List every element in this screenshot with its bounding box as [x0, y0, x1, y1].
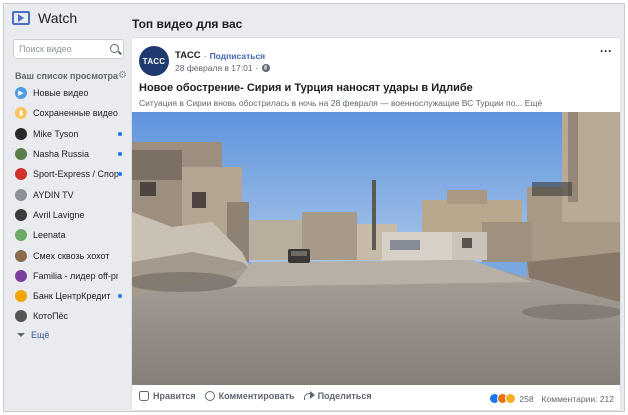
watch-page: Watch Ваш список просмотра ⚙ ▶ Новые виде… — [3, 3, 625, 412]
comment-button[interactable]: Комментировать — [204, 391, 295, 401]
globe-icon — [261, 64, 270, 72]
sidebar-item-label: Сохраненные видео — [33, 108, 118, 119]
avatar — [15, 188, 27, 201]
share-icon — [303, 391, 315, 401]
page-name-link[interactable]: ТАСС — [175, 50, 201, 61]
sidebar-item-label: Leenata — [33, 230, 66, 241]
sidebar-item[interactable]: AYDIN TV — [15, 184, 127, 204]
sidebar-item[interactable]: Leenata — [15, 225, 127, 245]
avatar — [15, 208, 27, 221]
sidebar-item[interactable]: Sport-Express / Спорт-Экспресс — [15, 164, 127, 184]
page-logo[interactable]: ТАСС — [139, 46, 169, 76]
gear-icon[interactable]: ⚙ — [118, 71, 127, 81]
reactions-count[interactable]: 258 — [519, 394, 533, 404]
new-content-dot — [118, 293, 122, 298]
chevron-down-icon — [17, 332, 25, 337]
see-more-label: Ещё — [31, 329, 50, 340]
avatar — [15, 290, 27, 303]
avatar — [15, 127, 27, 140]
thumbs-up-icon — [139, 391, 149, 401]
sidebar-item[interactable]: Банк ЦентрКредит — [15, 286, 127, 306]
sidebar-item-label: Avril Lavigne — [33, 209, 85, 220]
subscribe-link[interactable]: Подписаться — [210, 51, 266, 61]
play-circle-icon: ▶ — [15, 87, 27, 100]
sidebar-item-label: Sport-Express / Спорт-Экспресс — [33, 169, 118, 180]
avatar — [15, 168, 27, 181]
sidebar-item-label: AYDIN TV — [33, 189, 74, 200]
timestamp-text[interactable]: 28 февраля в 17:01 · — [175, 63, 258, 73]
comments-count[interactable]: Комментарии: 212 — [542, 394, 614, 404]
like-label: Нравится — [153, 391, 196, 401]
sad-reaction-icon[interactable] — [505, 393, 517, 404]
post-timestamp[interactable]: 28 февраля в 17:01 · — [175, 63, 270, 73]
watch-title: Watch — [38, 10, 78, 26]
watch-tv-icon — [12, 11, 30, 25]
sidebar-item[interactable]: Nasha Russia — [15, 144, 127, 164]
avatar — [15, 310, 27, 323]
see-more-link[interactable]: Ещё — [525, 98, 542, 108]
search-input[interactable] — [19, 44, 107, 54]
sidebar-item[interactable]: Familia - лидер off-price в России — [15, 266, 127, 286]
post-stats: 258 Комментарии: 212 — [489, 393, 614, 404]
share-label: Поделиться — [317, 391, 372, 401]
separator: · — [203, 50, 207, 61]
sidebar-item-label: Банк ЦентрКредит — [33, 291, 111, 302]
avatar — [15, 148, 27, 161]
sidebar-item[interactable]: Mike Tyson — [15, 124, 127, 144]
post-actions: Нравится Комментировать Поделиться — [139, 391, 381, 401]
search-icon[interactable] — [110, 44, 119, 53]
more-options-button[interactable]: ··· — [600, 44, 612, 58]
sidebar-item-label: Mike Tyson — [33, 128, 79, 139]
sidebar-item[interactable]: ▮ Сохраненные видео — [15, 103, 127, 123]
bookmark-icon: ▮ — [15, 107, 27, 120]
video-player[interactable] — [132, 112, 620, 385]
watchlist-header: Ваш список просмотра ⚙ — [15, 71, 127, 82]
post-header: ТАСС · Подписаться — [175, 50, 265, 61]
search-box[interactable] — [13, 39, 124, 59]
sidebar-item-label: Смех сквозь хохот — [33, 250, 110, 261]
sidebar: Watch Ваш список просмотра ⚙ ▶ Новые виде… — [4, 4, 127, 411]
sidebar-item[interactable]: ▶ Новые видео — [15, 83, 127, 103]
watchlist-title: Ваш список просмотра — [15, 71, 119, 81]
avatar — [15, 269, 27, 282]
watchlist-items: ▶ Новые видео ▮ Сохраненные видео Mike Tyson… — [15, 83, 127, 343]
sidebar-item[interactable]: Avril Lavigne — [15, 205, 127, 225]
post-title[interactable]: Новое обострение- Сирия и Турция наносят… — [139, 82, 473, 94]
sidebar-item-label: Новые видео — [33, 88, 89, 99]
post-description: Ситуация в Сирии вновь обострилась в ноч… — [139, 98, 542, 108]
watch-header[interactable]: Watch — [12, 10, 77, 26]
sidebar-item-label: КотоПёс — [33, 311, 69, 322]
comment-label: Комментировать — [218, 391, 295, 401]
new-content-dot — [118, 172, 122, 177]
description-text: Ситуация в Сирии вновь обострилась в ноч… — [139, 98, 523, 108]
share-button[interactable]: Поделиться — [303, 391, 372, 401]
new-content-dot — [118, 151, 122, 156]
video-post-card: ТАСС ТАСС · Подписаться 28 февраля в 17:… — [131, 37, 621, 411]
sidebar-item[interactable]: КотоПёс — [15, 306, 127, 326]
like-button[interactable]: Нравится — [139, 391, 196, 401]
avatar — [15, 229, 27, 242]
comment-icon — [204, 391, 215, 401]
section-title: Топ видео для вас — [132, 17, 243, 31]
video-frame-image — [132, 112, 620, 385]
avatar — [15, 249, 27, 262]
see-more-button[interactable]: Ещё — [15, 327, 127, 343]
sidebar-item-label: Nasha Russia — [33, 149, 90, 160]
sidebar-item[interactable]: Смех сквозь хохот — [15, 245, 127, 265]
sidebar-item-label: Familia - лидер off-price в России — [33, 270, 118, 281]
new-content-dot — [118, 131, 122, 136]
